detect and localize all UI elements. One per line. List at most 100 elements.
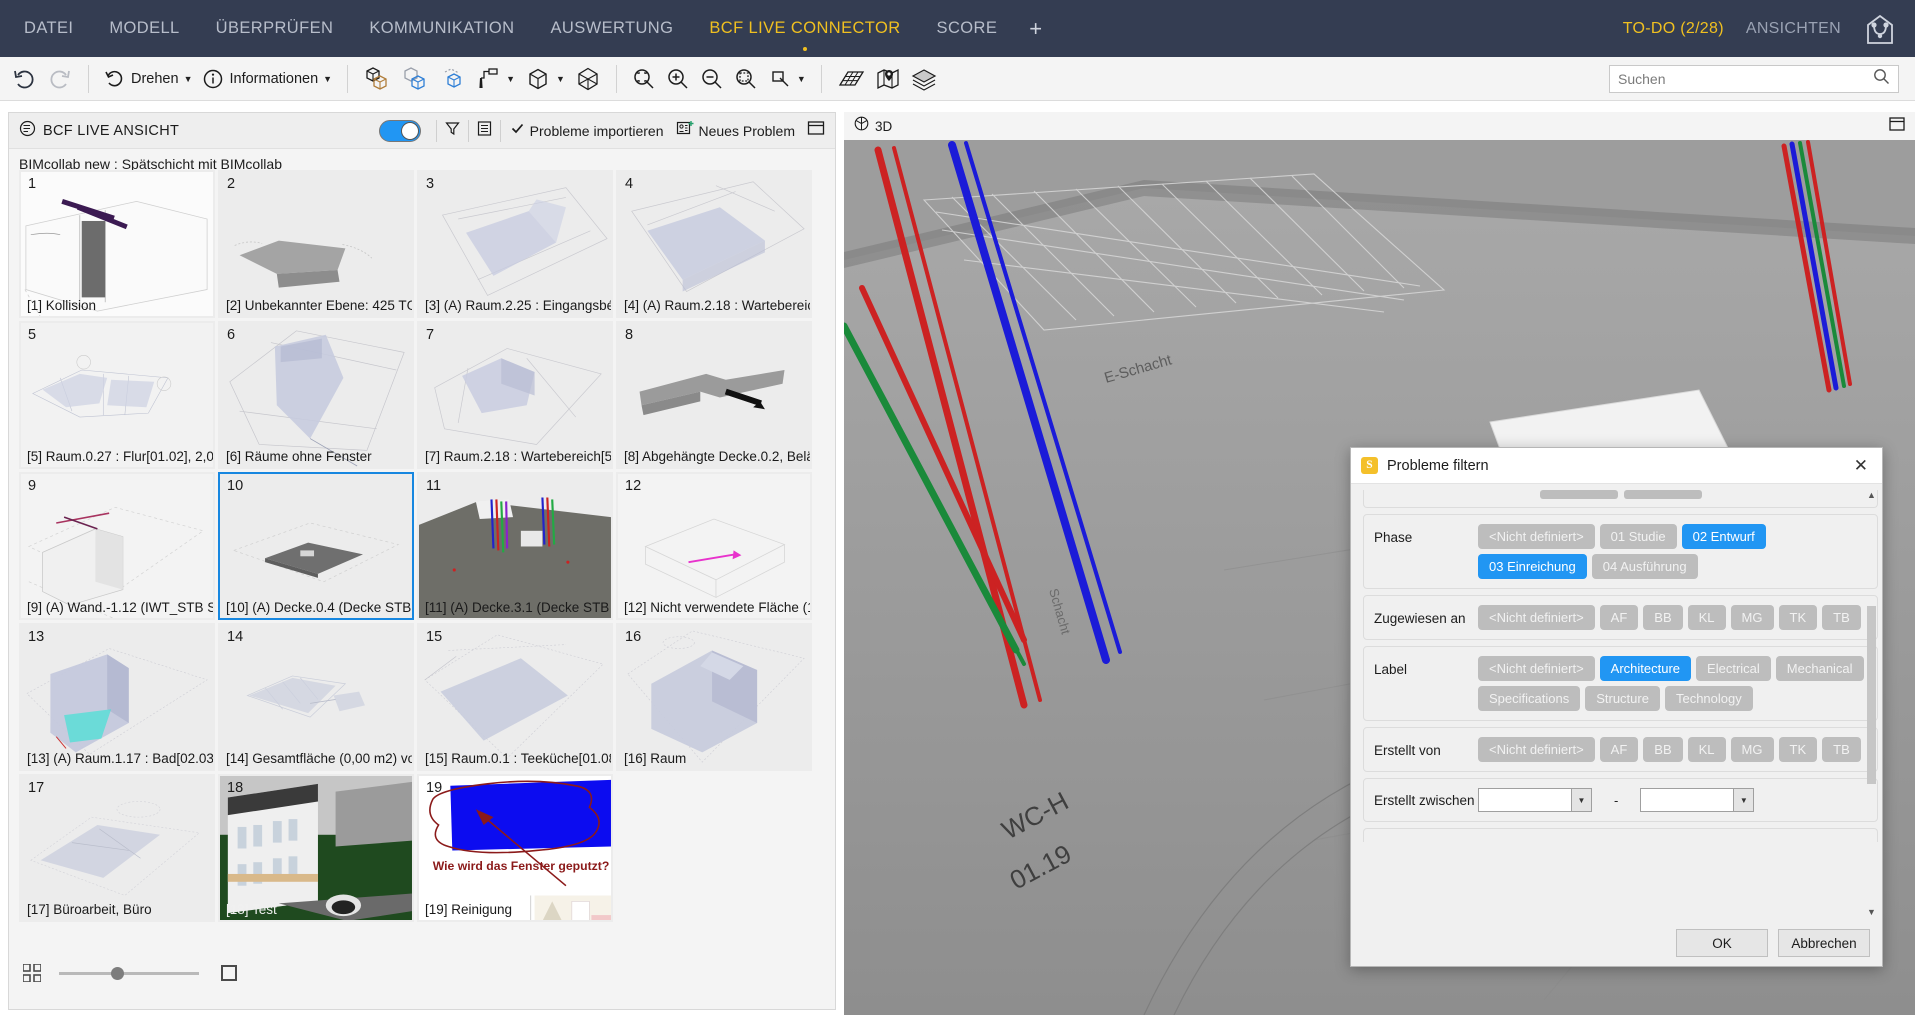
menu-item-ueberpruefen[interactable]: ÜBERPRÜFEN [198, 0, 352, 57]
search-icon[interactable] [1873, 68, 1890, 90]
chip-assigned-tk[interactable]: TK [1779, 605, 1818, 630]
close-icon[interactable]: ✕ [1850, 455, 1872, 476]
menu-item-datei[interactable]: DATEI [0, 0, 91, 57]
list-view-button[interactable] [476, 120, 493, 142]
issue-thumbnail[interactable]: 17 [17] Büroarbeit, Büro [19, 774, 215, 922]
map-location-button[interactable] [870, 61, 906, 97]
chevron-down-icon[interactable]: ▼ [506, 74, 515, 84]
issue-thumbnail[interactable]: 14 [14] Gesamtfläche (0,00 m2) von [218, 623, 414, 771]
search-input[interactable] [1618, 71, 1873, 87]
issue-thumbnail[interactable]: 7 [7] Raum.2.18 : Wartebereich[5. [417, 321, 613, 469]
menu-item-auswertung[interactable]: AUSWERTUNG [532, 0, 691, 57]
zoom-in-button[interactable] [661, 61, 695, 97]
undo-button[interactable] [6, 61, 42, 97]
chip-created-af[interactable]: AF [1600, 737, 1639, 762]
zoom-extents-button[interactable] [627, 61, 661, 97]
select-objects-button[interactable] [358, 61, 396, 97]
thumbnail-size-slider[interactable] [59, 964, 199, 982]
grid-view-icon[interactable] [23, 964, 41, 982]
perspective-grid-button[interactable] [832, 61, 870, 97]
menu-item-bcf-live-connector[interactable]: BCF LIVE CONNECTOR [691, 0, 918, 57]
issue-thumbnail[interactable]: 4 [4] (A) Raum.2.18 : Wartebereich [616, 170, 812, 318]
chip-assigned-bb[interactable]: BB [1643, 605, 1682, 630]
import-issues-button[interactable]: Probleme importieren [510, 121, 664, 141]
chevron-down-icon[interactable]: ▼ [556, 74, 565, 84]
search-box[interactable] [1609, 65, 1899, 93]
chevron-down-icon[interactable]: ▼ [1572, 788, 1592, 812]
chip-created-mg[interactable]: MG [1731, 737, 1774, 762]
single-view-icon[interactable] [221, 965, 237, 981]
paint-tool-button[interactable]: ▼ [472, 61, 520, 97]
redo-button[interactable] [42, 61, 78, 97]
menu-item-score[interactable]: SCORE [919, 0, 1016, 57]
filter-issues-dialog[interactable]: S Probleme filtern ✕ Phase <Nicht defini… [1350, 447, 1883, 967]
issue-thumbnail[interactable]: 16 [16] Raum [616, 623, 812, 771]
section-box-button[interactable] [570, 61, 606, 97]
chip-phase-04-ausfuehrung[interactable]: 04 Ausführung [1592, 554, 1698, 579]
chip-label-mechanical[interactable]: Mechanical [1776, 656, 1864, 681]
filter-button[interactable] [444, 120, 461, 142]
issue-thumbnail[interactable]: 2 [2] Unbekannter Ebene: 425 TG [218, 170, 414, 318]
issue-thumbnail[interactable]: 11 [11] (A) Decke.3.1 (Decke STB 2 [417, 472, 613, 620]
issue-thumbnail[interactable]: 18 [18] Test [218, 774, 414, 922]
viewport-maximize-button[interactable] [1889, 117, 1905, 136]
scroll-up-icon[interactable]: ▲ [1865, 488, 1878, 501]
chip-assigned-undefined[interactable]: <Nicht definiert> [1478, 605, 1595, 630]
issue-thumbnail[interactable]: 9 [9] (A) Wand.-1.12 (IWT_STB STB [19, 472, 215, 620]
show-all-button[interactable]: ▼ [520, 61, 570, 97]
date-from-field[interactable]: ▼ [1478, 788, 1592, 812]
chip-created-tb[interactable]: TB [1822, 737, 1861, 762]
panel-enable-toggle[interactable] [379, 120, 421, 142]
issue-thumbnail[interactable]: 12 [12] Nicht verwendete Fläche (1 [616, 472, 812, 620]
ansichten-button[interactable]: ANSICHTEN [1746, 20, 1841, 38]
issue-thumbnail[interactable]: 8 [8] Abgehängte Decke.0.2, Beläg [616, 321, 812, 469]
chip-phase-01-studie[interactable]: 01 Studie [1600, 524, 1677, 549]
todo-counter[interactable]: TO-DO (2/28) [1623, 20, 1724, 38]
hide-objects-button[interactable] [434, 61, 472, 97]
dialog-scrollbar[interactable]: ▲ ▼ [1865, 488, 1878, 918]
issue-thumbnail[interactable]: 3 [3] (A) Raum.2.25 : Eingangsbér [417, 170, 613, 318]
date-to-input[interactable] [1640, 788, 1734, 812]
issue-thumbnail[interactable]: Wie wird das Fenster geputzt? 19 [19] Re… [417, 774, 613, 922]
chevron-down-icon[interactable]: ▼ [184, 74, 193, 84]
partial-chip[interactable] [1624, 490, 1702, 499]
cancel-button[interactable]: Abbrechen [1778, 929, 1870, 957]
add-tab-button[interactable]: + [1015, 0, 1056, 57]
layers-button[interactable] [906, 61, 942, 97]
date-from-input[interactable] [1478, 788, 1572, 812]
chip-label-specifications[interactable]: Specifications [1478, 686, 1580, 711]
issue-thumbnail[interactable]: 15 [15] Raum.0.1 : Teeküche[01.08] [417, 623, 613, 771]
chevron-down-icon[interactable]: ▼ [1734, 788, 1754, 812]
chip-created-tk[interactable]: TK [1779, 737, 1818, 762]
scrollbar-thumb[interactable] [1867, 606, 1876, 784]
issue-thumbnail[interactable]: 1 [1] Kollision [19, 170, 215, 318]
chip-phase-03-einreichung[interactable]: 03 Einreichung [1478, 554, 1587, 579]
information-button[interactable]: Informationen ▼ [197, 61, 337, 97]
ok-button[interactable]: OK [1676, 929, 1768, 957]
chip-assigned-mg[interactable]: MG [1731, 605, 1774, 630]
chip-assigned-af[interactable]: AF [1600, 605, 1639, 630]
rotate-button[interactable]: Drehen ▼ [99, 61, 197, 97]
isolate-objects-button[interactable] [396, 61, 434, 97]
chip-label-technology[interactable]: Technology [1665, 686, 1753, 711]
chip-label-undefined[interactable]: <Nicht definiert> [1478, 656, 1595, 681]
issue-thumbnail[interactable]: 6 [6] Räume ohne Fenster [218, 321, 414, 469]
date-to-field[interactable]: ▼ [1640, 788, 1754, 812]
menu-item-modell[interactable]: MODELL [91, 0, 197, 57]
chip-created-kl[interactable]: KL [1688, 737, 1726, 762]
issue-thumbnail[interactable]: 13 [13] (A) Raum.1.17 : Bad[02.03] [19, 623, 215, 771]
partial-chip[interactable] [1540, 490, 1618, 499]
chip-assigned-tb[interactable]: TB [1822, 605, 1861, 630]
slider-handle[interactable] [111, 967, 124, 980]
chip-phase-undefined[interactable]: <Nicht definiert> [1478, 524, 1595, 549]
chip-label-architecture[interactable]: Architecture [1600, 656, 1691, 681]
clip-plane-button[interactable]: ▼ [763, 61, 811, 97]
zoom-window-button[interactable] [729, 61, 763, 97]
zoom-out-button[interactable] [695, 61, 729, 97]
menu-item-kommunikation[interactable]: KOMMUNIKATION [351, 0, 532, 57]
scroll-down-icon[interactable]: ▼ [1865, 905, 1878, 918]
chip-label-structure[interactable]: Structure [1585, 686, 1660, 711]
issue-thumbnail[interactable]: 5 [5] Raum.0.27 : Flur[01.02], 2,00 [19, 321, 215, 469]
chip-label-electrical[interactable]: Electrical [1696, 656, 1771, 681]
chip-created-bb[interactable]: BB [1643, 737, 1682, 762]
